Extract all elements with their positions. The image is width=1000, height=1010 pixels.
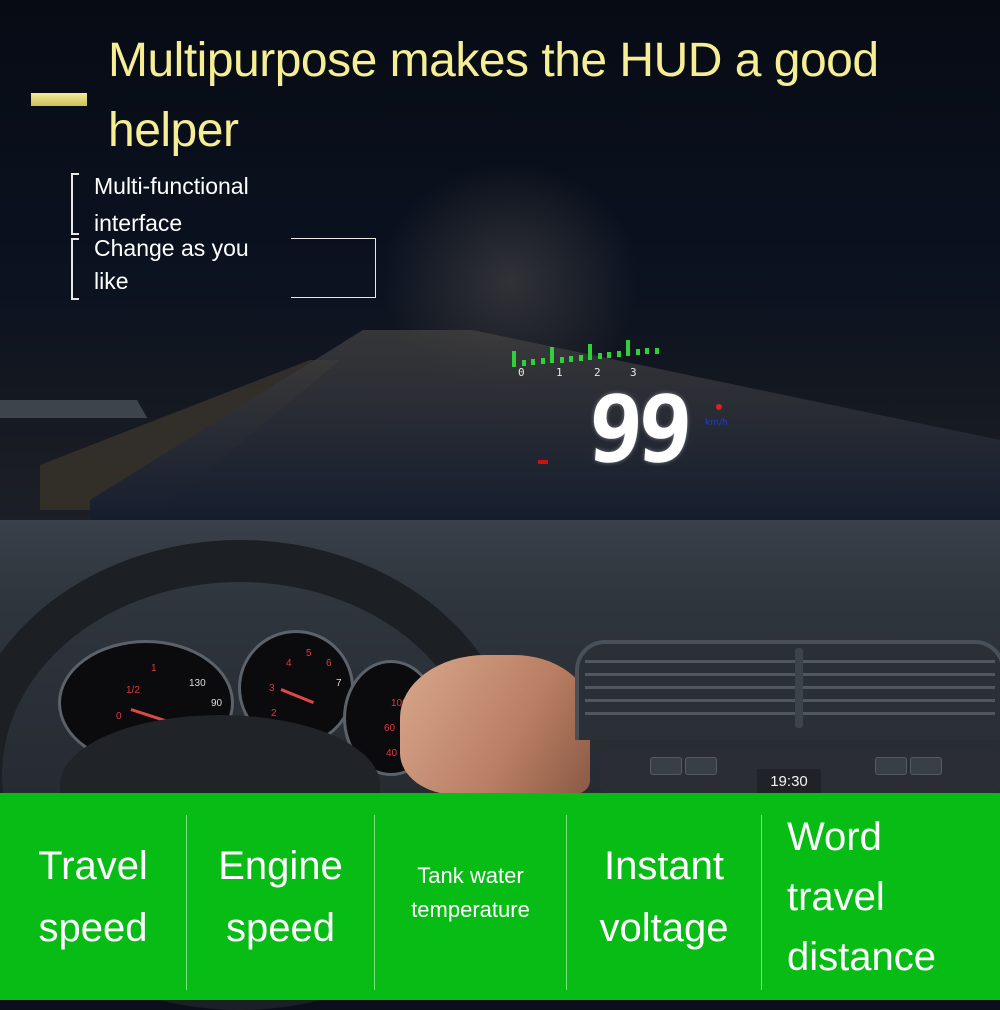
rpm-bar-scale bbox=[512, 340, 662, 375]
column-divider bbox=[566, 815, 567, 990]
rpm-tick bbox=[531, 359, 535, 366]
rpm-scale-label: 1 bbox=[556, 366, 563, 379]
rpm-tick bbox=[597, 352, 602, 359]
rpm-tick bbox=[635, 349, 640, 356]
rpm-tick bbox=[645, 348, 649, 355]
feature-instant-voltage: Instant voltage bbox=[567, 793, 761, 1000]
alert-indicator-icon bbox=[538, 460, 548, 464]
rpm-tick bbox=[569, 355, 573, 362]
feature-line: temperature bbox=[411, 897, 530, 922]
page-title: Multipurpose makes the HUD a good helper bbox=[108, 34, 879, 157]
driver-hand bbox=[400, 655, 590, 795]
feature-line: Change as you bbox=[94, 235, 249, 261]
rpm-tick bbox=[550, 347, 554, 364]
vent-divider bbox=[795, 648, 803, 728]
rpm-tick bbox=[626, 340, 630, 357]
feature-line: speed bbox=[38, 905, 148, 950]
rpm-tick bbox=[559, 356, 564, 363]
hud-speed-readout: 99 bbox=[584, 376, 691, 483]
bracket-decoration bbox=[71, 238, 79, 300]
feature-line: Word bbox=[787, 814, 882, 859]
title-accent-bar bbox=[31, 93, 87, 106]
rpm-tick bbox=[540, 358, 545, 365]
column-divider bbox=[761, 815, 762, 990]
warning-indicator-icon bbox=[716, 404, 722, 410]
feature-line: speed bbox=[226, 905, 335, 950]
column-divider bbox=[186, 815, 187, 990]
feature-line: Travel bbox=[38, 843, 148, 888]
column-divider bbox=[374, 815, 375, 990]
feature-engine-speed: Engine speed bbox=[187, 793, 374, 1000]
control-button bbox=[910, 757, 942, 775]
dashboard-clock: 19:30 bbox=[757, 769, 821, 795]
rpm-tick bbox=[616, 351, 621, 358]
feature-line: Multi-functional bbox=[94, 173, 249, 199]
feature-word-travel-distance: Word travel distance bbox=[762, 793, 1000, 1000]
vent-slat bbox=[585, 699, 995, 702]
feature-change-as-you-like: Change as you like bbox=[94, 232, 249, 298]
feature-tank-water-temperature: Tank water temperature bbox=[375, 793, 566, 1000]
vent-slat bbox=[585, 712, 995, 715]
feature-travel-speed: Travel speed bbox=[0, 793, 186, 1000]
frame-decoration bbox=[291, 238, 376, 298]
feature-line: Tank water bbox=[417, 863, 524, 888]
feature-line: travel bbox=[787, 874, 885, 919]
speed-unit: km/h bbox=[705, 418, 728, 428]
control-button bbox=[650, 757, 682, 775]
control-button bbox=[875, 757, 907, 775]
feature-line: Engine bbox=[218, 843, 343, 888]
rpm-tick bbox=[512, 351, 516, 367]
control-button bbox=[685, 757, 717, 775]
rpm-tick bbox=[578, 354, 583, 361]
features-bar: Travel speed Engine speed Tank water tem… bbox=[0, 793, 1000, 1000]
feature-line: like bbox=[94, 268, 129, 294]
feature-line: Instant bbox=[603, 843, 725, 888]
feature-line: voltage bbox=[599, 905, 729, 950]
feature-line: distance bbox=[787, 934, 936, 979]
rpm-scale-label: 0 bbox=[518, 366, 525, 379]
vent-slat bbox=[585, 673, 995, 676]
feature-multi-functional: Multi-functional interface bbox=[94, 168, 249, 242]
rpm-tick bbox=[607, 352, 611, 358]
vent-slat bbox=[585, 660, 995, 663]
air-vent bbox=[575, 640, 1000, 740]
vent-slat bbox=[585, 686, 995, 689]
rpm-tick bbox=[654, 347, 659, 354]
rpm-tick bbox=[588, 343, 592, 360]
bracket-decoration bbox=[71, 173, 79, 235]
